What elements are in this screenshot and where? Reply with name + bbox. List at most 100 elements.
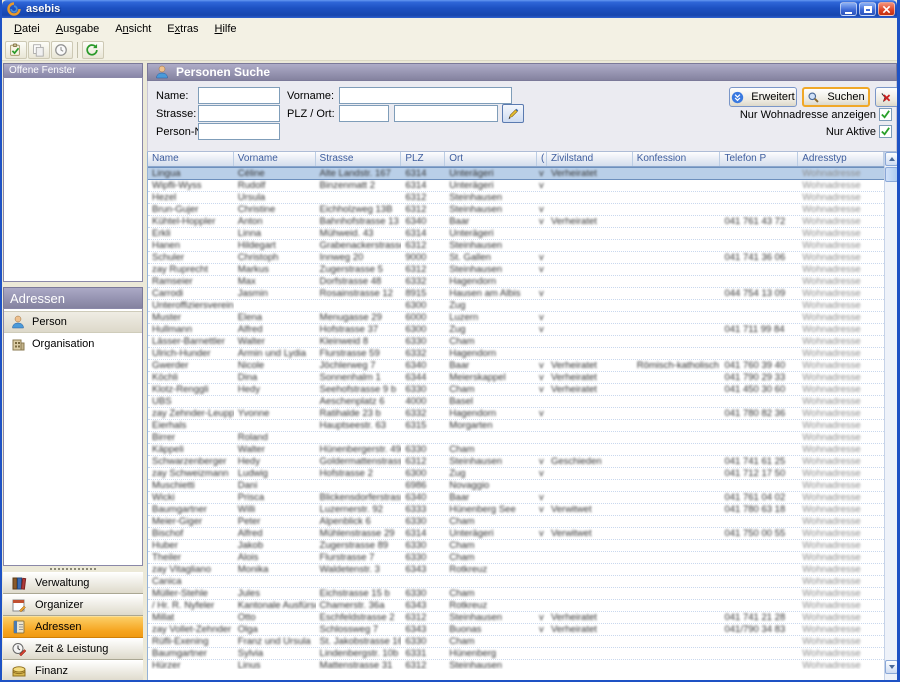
table-row[interactable]: KöchliDinaSonnenhalm 16344MeierskappelvV… [148, 372, 884, 384]
scrollbar-down-button[interactable] [885, 660, 898, 674]
cell-telefonp [720, 636, 798, 647]
table-row[interactable]: HezelUrsula6312SteinhausenWohnadresse [148, 192, 884, 204]
table-row[interactable]: zay RuprechtMarkusZugerstrasse 56312Stei… [148, 264, 884, 276]
table-row[interactable]: zay Zehnder-LeuppiYvonneRatihalde 23 b63… [148, 408, 884, 420]
nav-item-adressen[interactable]: Adressen [3, 616, 143, 638]
table-row[interactable]: HullmannAlfredHofstrasse 376300Zugv041 7… [148, 324, 884, 336]
ort-input[interactable] [394, 105, 498, 122]
table-row[interactable]: GwerderNicoleJöchlerweg 76340BaarvVerhei… [148, 360, 884, 372]
table-row[interactable]: HuberJakobZugerstrasse 896330ChamWohnadr… [148, 540, 884, 552]
table-row[interactable]: / Hr. R. NyfelerKantonale AusfürsorgeCha… [148, 600, 884, 612]
menu-datei[interactable]: Datei [6, 20, 48, 38]
menu-hilfe[interactable]: Hilfe [207, 20, 245, 38]
clear-search-button[interactable] [875, 87, 899, 107]
scrollbar-up-button[interactable] [885, 152, 898, 166]
table-row[interactable]: RamseierMaxDorfstrasse 486332HagendornWo… [148, 276, 884, 288]
person-nr-input[interactable] [198, 123, 280, 140]
table-row[interactable]: Meier-GigerPeterAlpenblick 66330ChamWohn… [148, 516, 884, 528]
table-row[interactable]: SchulerChristophInnweg 209000St. Gallenv… [148, 252, 884, 264]
plz-ort-label: PLZ / Ort: [287, 108, 335, 120]
table-row[interactable]: Ulrich-HunderArmin und LydiaFlurstrasse … [148, 348, 884, 360]
table-row[interactable]: TheilerAloisFlurstrasse 76330ChamWohnadr… [148, 552, 884, 564]
table-row[interactable]: Lässer-BarnettlerWalterKleinweid 86330Ch… [148, 336, 884, 348]
column-header-name[interactable]: Name [148, 152, 234, 166]
plz-lookup-button[interactable] [502, 104, 524, 123]
erweitert-button[interactable]: Erweitert [729, 87, 797, 107]
table-row[interactable]: MillatOttoEschfeldstrasse 26312Steinhaus… [148, 612, 884, 624]
nav-item-verwaltung[interactable]: Verwaltung [3, 572, 143, 594]
table-row[interactable]: LinguaCélineAlte Landstr. 1676314Unteräg… [148, 167, 884, 180]
table-row[interactable]: UBSAeschenplatz 64000BaselWohnadresse [148, 396, 884, 408]
menu-ansicht[interactable]: Ansicht [107, 20, 159, 38]
table-row[interactable]: ErkliLinnaMühweid. 436314UnterägeriWohna… [148, 228, 884, 240]
minimize-button[interactable] [840, 2, 857, 16]
vertical-scrollbar[interactable] [884, 152, 897, 682]
table-row[interactable]: BaumgartnerSylviaLindenbergstr. 10b6331H… [148, 648, 884, 660]
column-header-telefonp[interactable]: Telefon P [720, 152, 798, 166]
table-row[interactable]: zay SchweizmannLudwigHofstrasse 26300Zug… [148, 468, 884, 480]
table-row[interactable]: WickiPriscaBlickensdorferstrasse ...6340… [148, 492, 884, 504]
cell-konfession [633, 612, 721, 623]
table-row[interactable]: KäppeliWalterHünenbergerstr. 49d6330Cham… [148, 444, 884, 456]
table-row[interactable]: CanicaWohnadresse [148, 576, 884, 588]
wohnadresse-checkbox[interactable] [879, 108, 892, 121]
nav-item-zeit-leistung[interactable]: Zeit & Leistung [3, 638, 143, 660]
cell-strasse: Dorfstrasse 48 [316, 276, 402, 287]
cell-adresstyp: Wohnadresse [798, 552, 884, 563]
toolbar-button-clipboard-check[interactable] [5, 41, 27, 59]
toolbar-button-refresh[interactable] [82, 41, 104, 59]
cell-strasse: Rosainstrasse 12 [316, 288, 402, 299]
column-header-flag[interactable]: ( [537, 152, 547, 166]
plz-input[interactable] [339, 105, 389, 122]
column-header-ort[interactable]: Ort [445, 152, 537, 166]
table-row[interactable]: Kühtel-HopplerAntonBahnhofstrasse 136340… [148, 216, 884, 228]
column-header-adresstyp[interactable]: Adresstyp [798, 152, 884, 166]
toolbar-button-clock[interactable] [51, 41, 73, 59]
table-row[interactable]: EierhalsHauptseestr. 636315MorgartenWohn… [148, 420, 884, 432]
suchen-button[interactable]: Suchen [802, 87, 870, 107]
table-row[interactable]: CarrodiJasminRosainstrasse 128915Hausen … [148, 288, 884, 300]
aktive-checkbox[interactable] [879, 125, 892, 138]
maximize-button[interactable] [859, 2, 876, 16]
table-row[interactable]: zay VitaglianoMonikaWaldetenstr. 36343Ro… [148, 564, 884, 576]
column-header-vorname[interactable]: Vorname [234, 152, 316, 166]
table-row[interactable]: BischofAlfredMühlenstrasse 296314Unteräg… [148, 528, 884, 540]
table-row[interactable]: SchwarzenbergerHedyGoldermattenstrasse .… [148, 456, 884, 468]
table-row[interactable]: HanenHildegartGrabenackerstrasse ...6312… [148, 240, 884, 252]
table-row[interactable]: Klotz-RenggliHedySeehofstrasse 9 b6330Ch… [148, 384, 884, 396]
cell-zivilstand: Verheiratet [547, 612, 633, 623]
table-row[interactable]: BaumgartnerWilliLuzernerstr. 926333Hünen… [148, 504, 884, 516]
sidebar-item-organisation[interactable]: Organisation [4, 333, 142, 355]
table-row[interactable]: Müller-StehleJulesEichstrasse 15 b6330Ch… [148, 588, 884, 600]
table-row[interactable]: zay Vollet-ZehnderOlgaSchlossweg 76343Bu… [148, 624, 884, 636]
nav-item-finanz[interactable]: Finanz [3, 660, 143, 682]
cell-plz: 6343 [401, 624, 445, 635]
column-header-strasse[interactable]: Strasse [316, 152, 402, 166]
table-row[interactable]: HürzerLinusMattenstrasse 316312Steinhaus… [148, 660, 884, 669]
cell-konfession [633, 456, 721, 467]
name-input[interactable] [198, 87, 280, 104]
strasse-input[interactable] [198, 105, 280, 122]
open-windows-list[interactable] [3, 77, 143, 282]
vorname-input[interactable] [339, 87, 512, 104]
menu-extras[interactable]: Extras [159, 20, 206, 38]
table-row[interactable]: Rüfli-ExeningFranz und UrsulaSt. Jakobst… [148, 636, 884, 648]
column-header-konfession[interactable]: Konfession [633, 152, 721, 166]
column-header-zivilstand[interactable]: Zivilstand [547, 152, 633, 166]
menu-ausgabe[interactable]: Ausgabe [48, 20, 107, 38]
table-row[interactable]: MuschiettiDani6986NovaggioWohnadresse [148, 480, 884, 492]
scrollbar-thumb[interactable] [885, 167, 898, 182]
cell-plz: 6340 [401, 492, 445, 503]
nav-item-organizer[interactable]: Organizer [3, 594, 143, 616]
column-header-plz[interactable]: PLZ [401, 152, 445, 166]
close-button[interactable] [878, 2, 895, 16]
table-row[interactable]: MusterElenaMenugasse 296000LuzernvWohnad… [148, 312, 884, 324]
table-row[interactable]: Brun-GujerChristineEichholzweg 13B6312St… [148, 204, 884, 216]
table-row[interactable]: Wipfli-WyssRudolfBinzenmatt 26314Unteräg… [148, 180, 884, 192]
table-row[interactable]: Unteroffiziersverein6300ZugWohnadresse [148, 300, 884, 312]
table-row[interactable]: BirrerRolandWohnadresse [148, 432, 884, 444]
toolbar-button-clipboard-copy[interactable] [28, 41, 50, 59]
window-title: asebis [26, 3, 60, 15]
sidebar-item-person[interactable]: Person [4, 311, 142, 333]
cell-ort: Steinhausen [445, 240, 537, 251]
